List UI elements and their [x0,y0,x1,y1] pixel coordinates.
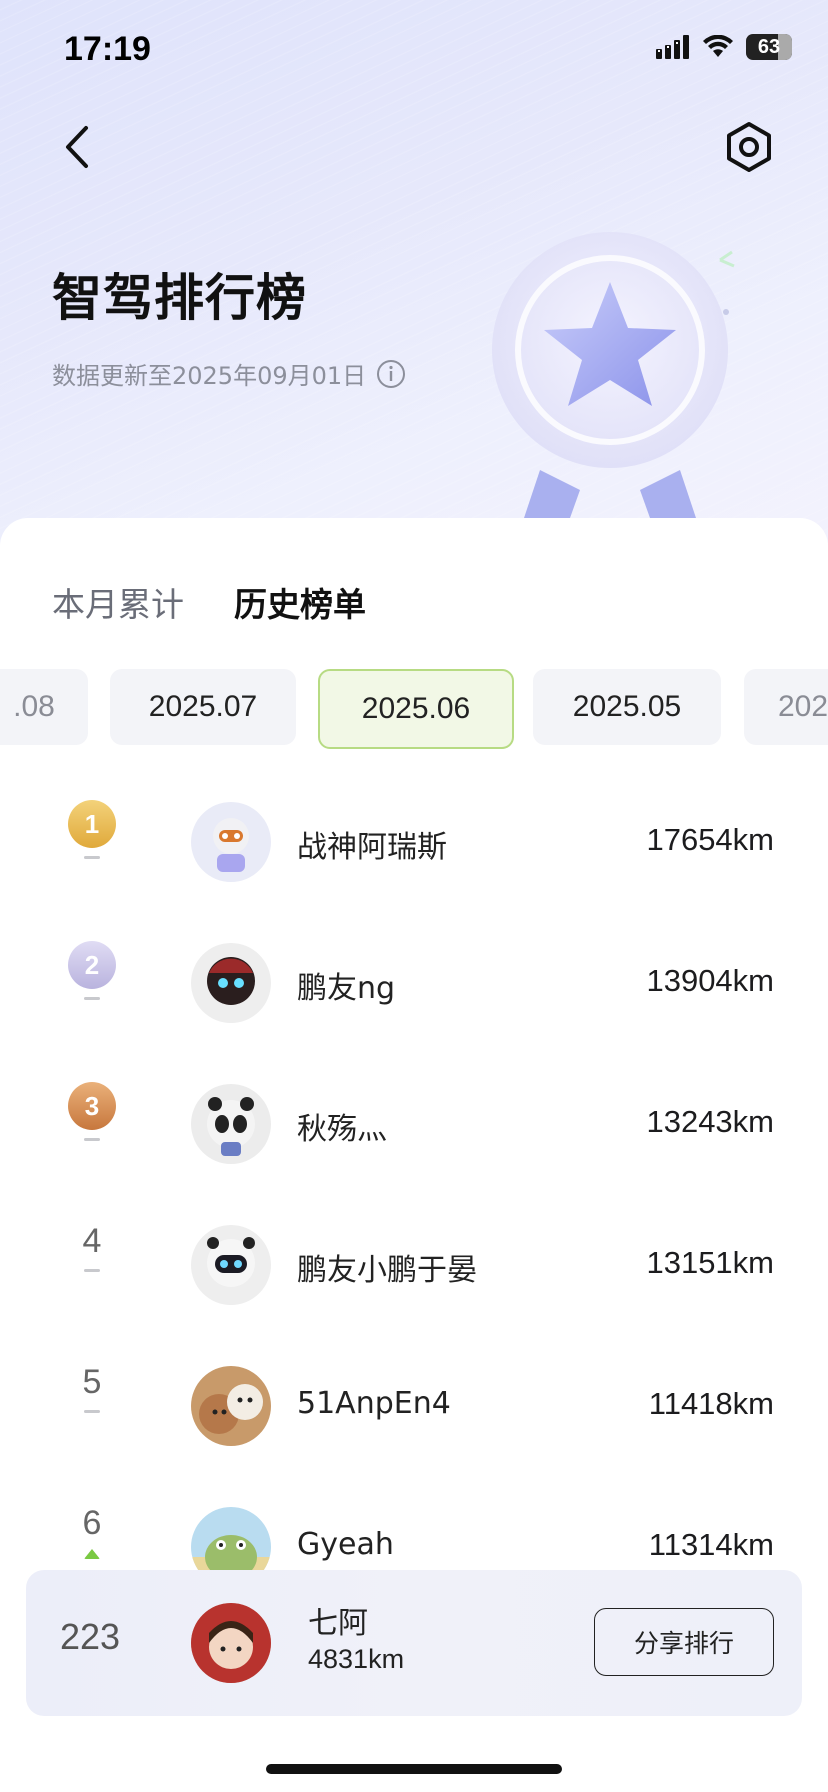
hero-header: 17:19 63 智驾排行榜 数据更新至2025年09月01日 [0,0,828,560]
my-rank-bar: 223 七阿 4831km 分享排行 [26,1570,802,1716]
trend-up-icon [84,1549,100,1559]
home-indicator[interactable] [266,1764,562,1774]
share-ranking-button[interactable]: 分享排行 [594,1608,774,1676]
back-icon[interactable] [58,122,98,172]
rank-cell: 4 [66,1221,118,1272]
my-avatar[interactable] [191,1603,271,1683]
rank-cell: 6 [66,1503,118,1559]
avatar[interactable] [191,802,271,882]
trend-flat-icon [84,1410,100,1413]
my-distance: 4831km [308,1644,405,1674]
update-date-text: 数据更新至2025年09月01日 [52,362,367,390]
gold-rank-badge: 1 [68,800,116,848]
leaderboard-row[interactable]: 3 秋殇灬 13243km [0,1054,828,1194]
distance: 11418km [648,1386,774,1421]
rank-cell: 2 [66,941,118,1000]
settings-hexagon-icon[interactable] [722,120,776,174]
avatar[interactable] [191,1084,271,1164]
rank-cell: 1 [66,800,118,859]
avatar[interactable] [191,1366,271,1446]
user-name: 鹏友小鹏于晏 [297,1253,477,1288]
battery-icon: 63 [746,34,792,60]
rank-number: 5 [82,1363,102,1401]
status-time: 17:19 [64,30,151,68]
status-icons: 63 [656,34,792,60]
user-name: 战神阿瑞斯 [297,830,447,865]
month-chip[interactable]: .08 [0,669,88,745]
month-chip[interactable]: 2025.07 [110,669,296,745]
my-rank-number: 223 [60,1616,121,1657]
user-name: 鹏友ng [297,971,396,1006]
avatar[interactable] [191,1225,271,1305]
trend-flat-icon [84,1269,100,1272]
trend-flat-icon [84,856,100,859]
rank-number: 6 [82,1504,102,1542]
rank-cell: 5 [66,1362,118,1413]
rank-number: 4 [82,1222,102,1260]
update-info: 数据更新至2025年09月01日 [52,356,406,391]
distance: 13243km [646,1104,774,1139]
leaderboard-row[interactable]: 4 鹏友小鹏于晏 13151km [0,1195,828,1335]
month-selector: .08 2025.07 2025.06 2025.05 202 [0,669,828,749]
user-name: 51AnpEn4 [297,1386,451,1421]
wifi-icon [703,35,733,57]
signal-icon [656,35,689,59]
trend-flat-icon [84,1138,100,1141]
month-chip[interactable]: 202 [744,669,828,745]
trend-flat-icon [84,997,100,1000]
my-name: 七阿 [308,1606,368,1641]
rank-cell: 3 [66,1082,118,1141]
distance: 13904km [646,963,774,998]
distance: 17654km [646,822,774,857]
leaderboard-row[interactable]: 2 鹏友ng 13904km [0,913,828,1053]
distance: 13151km [646,1245,774,1280]
info-icon[interactable] [376,359,406,389]
leaderboard-row[interactable]: 5 51AnpEn4 11418km [0,1336,828,1476]
page-title: 智驾排行榜 [52,269,307,327]
user-name: Gyeah [297,1527,394,1562]
user-name: 秋殇灬 [297,1112,387,1147]
medal-star-illustration [492,232,735,560]
tab-history[interactable]: 历史榜单 [234,578,366,626]
leaderboard-row[interactable]: 1 战神阿瑞斯 17654km [0,772,828,912]
month-chip[interactable]: 2025.05 [533,669,721,745]
tab-bar: 本月累计 历史榜单 [52,578,366,626]
distance: 11314km [648,1527,774,1562]
month-chip-selected[interactable]: 2025.06 [318,669,514,749]
tab-this-month[interactable]: 本月累计 [52,578,184,626]
bronze-rank-badge: 3 [68,1082,116,1130]
avatar[interactable] [191,943,271,1023]
silver-rank-badge: 2 [68,941,116,989]
